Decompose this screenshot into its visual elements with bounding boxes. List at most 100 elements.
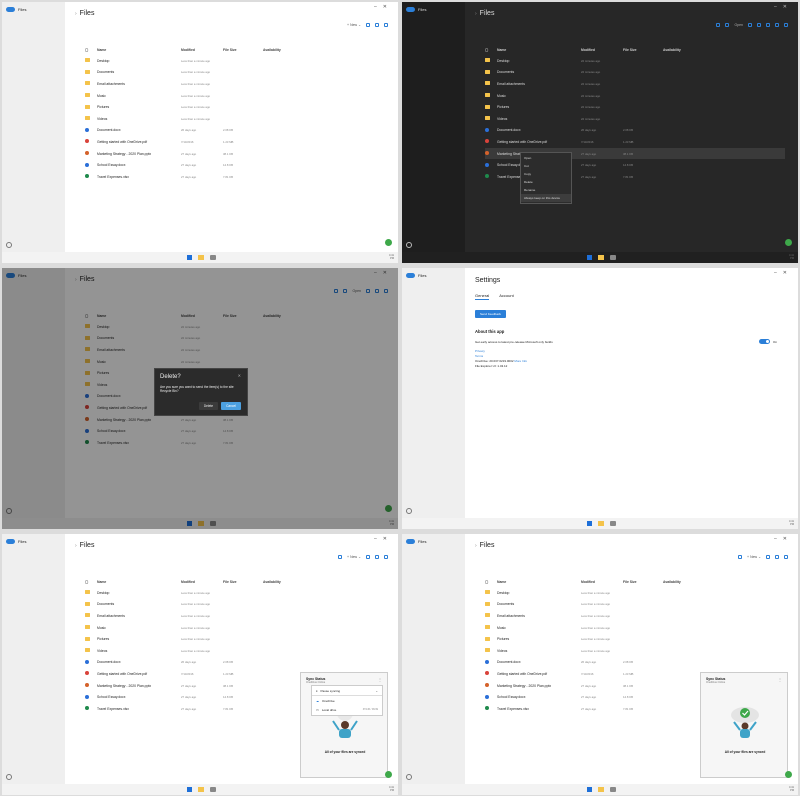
table-row[interactable]: Document.docx 26 days ago 2.08 KB <box>85 125 385 137</box>
table-row[interactable]: Videos 22 minutes ago <box>485 113 785 125</box>
start-icon[interactable] <box>187 787 192 792</box>
table-row[interactable]: Email attachments Less than a minute ago <box>85 78 385 90</box>
table-row[interactable]: Desktop 22 minutes ago <box>485 55 785 67</box>
table-row[interactable]: Documents Less than a minute ago <box>85 599 385 611</box>
sync-status-icon[interactable] <box>385 239 392 246</box>
sync-status-icon[interactable] <box>785 239 792 246</box>
clock[interactable]: 4:41 PM <box>389 254 394 260</box>
clipboard-icon[interactable] <box>738 555 743 559</box>
new-button[interactable]: + New ⌄ <box>347 555 361 559</box>
sort-icon[interactable] <box>766 555 770 559</box>
start-icon[interactable] <box>587 255 592 260</box>
table-row[interactable]: Videos Less than a minute ago <box>85 645 385 657</box>
window-controls[interactable]: –✕ <box>374 536 393 542</box>
table-row[interactable]: Desktop Less than a minute ago <box>485 587 785 599</box>
col-availability[interactable]: Availability <box>663 48 723 52</box>
table-row[interactable]: Marketing Strategy - 2020 Plan.pptx 27 da… <box>85 148 385 160</box>
start-icon[interactable] <box>587 521 592 526</box>
open-button[interactable]: Open <box>734 23 743 27</box>
download-icon[interactable] <box>716 23 721 27</box>
sort-icon[interactable] <box>766 23 770 27</box>
context-menu-item[interactable]: Open <box>521 154 571 162</box>
sort-icon[interactable] <box>366 555 370 559</box>
clock[interactable]: 4:41 PM <box>789 254 794 260</box>
rename-icon[interactable] <box>757 23 761 27</box>
table-row[interactable]: Desktop Less than a minute ago <box>85 55 385 67</box>
col-name[interactable]: Name <box>497 48 581 52</box>
settings-gear-icon[interactable] <box>406 508 412 514</box>
table-row[interactable]: Getting started with OneDrive.pdf 7/13/20… <box>85 136 385 148</box>
new-button[interactable]: + New ⌄ <box>347 23 361 27</box>
col-availability[interactable]: Availability <box>263 48 323 52</box>
context-menu-item[interactable]: Cut <box>521 162 571 170</box>
clock[interactable]: 4:41 PM <box>389 786 394 792</box>
pause-syncing-item[interactable]: ⏸ Pause syncing ⌄ <box>312 686 382 695</box>
explorer-icon[interactable] <box>598 787 604 792</box>
context-menu-item[interactable]: Rename <box>521 186 571 194</box>
table-row[interactable]: Documents 22 minutes ago <box>485 67 785 79</box>
app-icon[interactable] <box>610 521 616 526</box>
table-row[interactable]: Pictures Less than a minute ago <box>485 633 785 645</box>
col-name[interactable]: Name <box>97 580 181 584</box>
onedrive-item[interactable]: ☁ OneDrive <box>312 695 382 705</box>
table-row[interactable]: Email attachments 22 minutes ago <box>485 78 785 90</box>
table-row[interactable]: Music 22 minutes ago <box>485 90 785 102</box>
clipboard-icon[interactable] <box>338 555 343 559</box>
col-size[interactable]: File Size <box>223 580 263 584</box>
local-drive-item[interactable]: ▭ Local drive 37/136 / 99.99 <box>312 705 382 714</box>
window-controls[interactable]: –✕ <box>374 4 393 10</box>
more-options-icon[interactable]: ⋮ <box>378 677 382 682</box>
table-row[interactable]: Music Less than a minute ago <box>85 90 385 102</box>
table-row[interactable]: Email attachments Less than a minute ago <box>485 610 785 622</box>
col-size[interactable]: File Size <box>623 580 663 584</box>
context-menu-item[interactable]: Copy <box>521 170 571 178</box>
app-icon[interactable] <box>210 787 216 792</box>
sync-status-icon[interactable] <box>385 771 392 778</box>
window-controls[interactable]: –✕ <box>774 4 793 10</box>
context-menu-item[interactable]: Delete <box>521 178 571 186</box>
col-size[interactable]: File Size <box>623 48 663 52</box>
app-icon[interactable] <box>610 255 616 260</box>
more-info-link[interactable]: More Info <box>514 359 527 363</box>
view-icon[interactable] <box>775 23 779 27</box>
cancel-button[interactable]: Cancel <box>221 402 241 410</box>
send-feedback-button[interactable]: Send Feedback <box>475 310 507 318</box>
table-row[interactable]: Email attachments Less than a minute ago <box>85 610 385 622</box>
app-icon[interactable] <box>210 255 216 260</box>
sort-icon[interactable] <box>366 23 370 27</box>
table-row[interactable]: Documents Less than a minute ago <box>85 67 385 79</box>
start-icon[interactable] <box>587 787 592 792</box>
table-row[interactable]: Document.docx 26 days ago 2.08 KB <box>485 657 785 669</box>
table-row[interactable]: Documents Less than a minute ago <box>485 599 785 611</box>
col-name[interactable]: Name <box>497 580 581 584</box>
table-row[interactable]: School Essay.docx 27 days ago 14.8 KB <box>85 159 385 171</box>
col-size[interactable]: File Size <box>223 48 263 52</box>
sync-status-icon[interactable] <box>785 771 792 778</box>
table-row[interactable]: Videos Less than a minute ago <box>485 645 785 657</box>
col-modified[interactable]: Modified <box>181 48 223 52</box>
explorer-icon[interactable] <box>198 255 204 260</box>
col-availability[interactable]: Availability <box>663 580 723 584</box>
settings-gear-icon[interactable] <box>406 774 412 780</box>
app-title[interactable]: Files <box>6 539 26 544</box>
delete-icon[interactable] <box>748 23 752 27</box>
col-availability[interactable]: Availability <box>263 580 323 584</box>
table-row[interactable]: Pictures Less than a minute ago <box>85 101 385 113</box>
table-row[interactable]: Music Less than a minute ago <box>485 622 785 634</box>
table-row[interactable]: Pictures Less than a minute ago <box>85 633 385 645</box>
settings-gear-icon[interactable] <box>6 242 12 248</box>
close-icon[interactable]: ✕ <box>238 373 241 378</box>
col-name[interactable]: Name <box>97 48 181 52</box>
refresh-icon[interactable] <box>384 555 388 559</box>
table-row[interactable]: Getting started with OneDrive.pdf 7/13/20… <box>485 136 785 148</box>
view-icon[interactable] <box>775 555 779 559</box>
context-menu-item[interactable]: Always keep on this device <box>521 194 571 202</box>
more-options-icon[interactable]: ⋮ <box>778 677 782 682</box>
view-icon[interactable] <box>375 23 379 27</box>
view-icon[interactable] <box>375 555 379 559</box>
app-title[interactable]: Files <box>6 7 26 12</box>
refresh-icon[interactable] <box>784 23 788 27</box>
window-controls[interactable]: –✕ <box>774 536 793 542</box>
explorer-icon[interactable] <box>598 255 604 260</box>
clock[interactable]: 4:41 PM <box>789 520 794 526</box>
